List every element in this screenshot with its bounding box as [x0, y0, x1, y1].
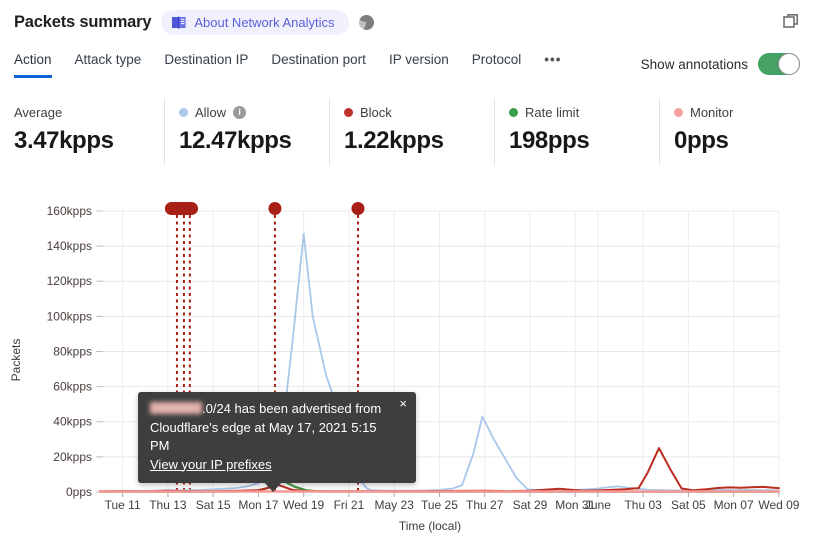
tab-destination-port[interactable]: Destination port [271, 52, 366, 78]
svg-text:May 23: May 23 [375, 498, 415, 512]
svg-text:Sat 05: Sat 05 [671, 498, 706, 512]
tab-attack-type[interactable]: Attack type [75, 52, 142, 78]
show-annotations-control: Show annotations [641, 53, 800, 75]
stat-block: Block 1.22kpps [330, 98, 495, 165]
about-network-analytics-badge[interactable]: About Network Analytics [161, 10, 349, 35]
info-icon[interactable]: i [233, 105, 247, 119]
stat-value: 198pps [509, 127, 590, 154]
tab-protocol[interactable]: Protocol [472, 52, 522, 78]
svg-text:Mon 07: Mon 07 [714, 498, 754, 512]
svg-text:Wed 19: Wed 19 [283, 498, 324, 512]
expand-icon[interactable] [782, 12, 800, 30]
packets-time-series-chart[interactable]: 0pps 20kpps 40kpps 60kpps 80kpps 100kpps 120kp… [0, 195, 816, 545]
stat-value: 12.47kpps [179, 127, 292, 154]
more-tabs-button[interactable]: ••• [544, 52, 561, 78]
svg-text:80kpps: 80kpps [53, 344, 92, 358]
stat-average: Average 3.47kpps [0, 98, 165, 165]
annotation-tooltip: × .0/24 has been advertised from Cloudfl… [138, 392, 416, 492]
stat-label: Allow [195, 104, 227, 120]
toggle-knob [778, 53, 800, 75]
redacted-ip-prefix [150, 402, 202, 414]
svg-text:Mon 17: Mon 17 [238, 498, 278, 512]
pie-icon[interactable] [358, 15, 374, 30]
block-dot [344, 107, 353, 117]
show-annotations-label: Show annotations [640, 56, 748, 72]
svg-text:100kpps: 100kpps [47, 309, 92, 323]
stat-label: Block [360, 104, 392, 120]
summary-stats: Average 3.47kpps Allow i 12.47kpps Block… [0, 98, 810, 165]
svg-text:Time (local): Time (local) [399, 519, 461, 533]
view-ip-prefixes-link[interactable]: View your IP prefixes [150, 457, 272, 472]
stat-rate-limit: Rate limit 198pps [495, 98, 660, 165]
svg-text:120kpps: 120kpps [47, 274, 92, 288]
svg-text:Tue 25: Tue 25 [421, 498, 458, 512]
tooltip-caret [264, 482, 282, 492]
allow-dot [179, 107, 188, 117]
monitor-dot [674, 107, 683, 117]
svg-text:20kpps: 20kpps [53, 450, 92, 464]
page-header: Packets summary About Network Analytics [14, 10, 374, 35]
stat-value: 3.47kpps [14, 127, 114, 154]
svg-text:0pps: 0pps [66, 485, 92, 499]
svg-text:Thu 03: Thu 03 [624, 498, 662, 512]
stat-label: Rate limit [525, 104, 580, 120]
svg-text:140kpps: 140kpps [47, 239, 92, 253]
tab-destination-ip[interactable]: Destination IP [164, 52, 248, 78]
dimension-tabs: Action Attack type Destination IP Destin… [14, 52, 561, 78]
stat-label: Average [14, 104, 63, 120]
rate-limit-dot [509, 107, 518, 117]
svg-text:Sat 15: Sat 15 [196, 498, 231, 512]
stat-monitor: Monitor 0pps [660, 98, 810, 165]
tab-ip-version[interactable]: IP version [389, 52, 449, 78]
stat-value: 0pps [674, 127, 729, 154]
svg-text:40kpps: 40kpps [53, 415, 92, 429]
tab-action[interactable]: Action [14, 52, 52, 78]
svg-text:Thu 13: Thu 13 [149, 498, 187, 512]
close-icon[interactable]: × [399, 397, 407, 410]
svg-text:June: June [585, 498, 611, 512]
svg-text:Packets: Packets [9, 339, 23, 382]
svg-text:160kpps: 160kpps [47, 204, 92, 218]
show-annotations-toggle[interactable] [758, 53, 800, 75]
svg-text:Thu 27: Thu 27 [466, 498, 504, 512]
page-title: Packets summary [14, 13, 152, 31]
stat-label: Monitor [690, 104, 734, 120]
svg-text:60kpps: 60kpps [53, 380, 92, 394]
svg-text:Wed 09: Wed 09 [758, 498, 799, 512]
book-icon [172, 16, 186, 29]
svg-text:Sat 29: Sat 29 [513, 498, 548, 512]
svg-text:Fri 21: Fri 21 [334, 498, 365, 512]
svg-text:Tue 11: Tue 11 [105, 498, 141, 512]
stat-allow: Allow i 12.47kpps [165, 98, 330, 165]
tooltip-line1: .0/24 has been advertised from [202, 401, 382, 416]
stat-value: 1.22kpps [344, 127, 444, 154]
tooltip-line2: Cloudflare's edge at May 17, 2021 5:15 P… [150, 419, 377, 454]
badge-label: About Network Analytics [194, 15, 335, 30]
